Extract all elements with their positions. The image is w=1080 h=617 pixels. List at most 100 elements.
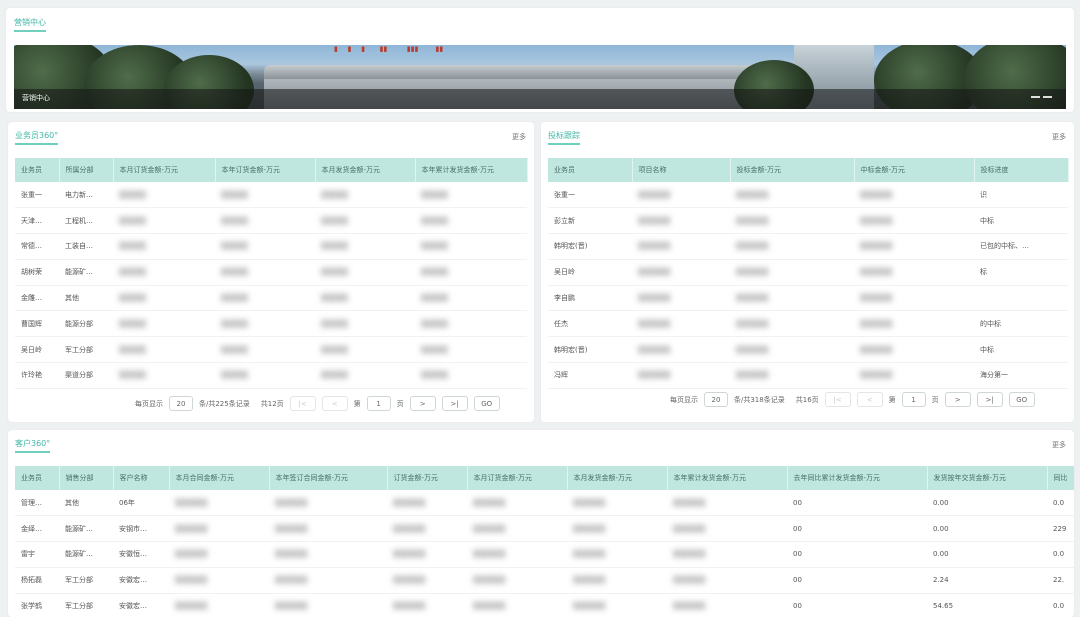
- column-header[interactable]: 本月发货金额-万元: [567, 466, 668, 490]
- page-number-input[interactable]: 1: [366, 396, 391, 411]
- table-row[interactable]: 张重一 ██████ ██████ ██████ 识: [548, 182, 1068, 209]
- column-header[interactable]: 项目名称: [632, 158, 731, 182]
- salesperson-cell[interactable]: 韩明宏(晋): [548, 233, 632, 260]
- pagination: 每页显示 20 条/共318条记录 共16页 |< < 第 1 页 > >| G…: [667, 392, 1038, 407]
- salesperson-cell[interactable]: 任杰: [548, 310, 632, 338]
- salesperson-cell[interactable]: 冯辉: [548, 362, 632, 389]
- page-size-select[interactable]: 20: [169, 396, 193, 411]
- column-header[interactable]: 中标金额-万元: [854, 158, 975, 182]
- salesperson-cell[interactable]: 张学鹤: [15, 593, 59, 617]
- table-row[interactable]: 韩明宏(晋) ██████ ██████ ██████ 已包的中标、…: [548, 233, 1068, 260]
- salesperson-cell[interactable]: 雷宇: [15, 541, 59, 568]
- column-header[interactable]: 业务员: [548, 158, 633, 182]
- go-button[interactable]: GO: [1008, 392, 1035, 407]
- salesperson-cell[interactable]: 张重一: [548, 182, 632, 209]
- page-number-input[interactable]: 1: [901, 392, 926, 407]
- column-header[interactable]: 本年累计发货金额-万元: [667, 466, 788, 490]
- salesperson-cell[interactable]: 吴日岭: [548, 259, 632, 286]
- column-header[interactable]: 销售分部: [59, 466, 114, 490]
- table-row[interactable]: 吴日岭 军工分部 █████ █████ █████ █████: [15, 336, 527, 364]
- customer-name-cell[interactable]: 安钢市…: [113, 515, 169, 543]
- table-row[interactable]: 金绎… 能源矿… 安钢市… ██████ ██████ ██████ ██████ █████…: [15, 515, 1074, 543]
- table-row[interactable]: 彭立新 ██████ ██████ ██████ 中标: [548, 207, 1068, 235]
- column-header[interactable]: 本月发货金额-万元: [315, 158, 416, 182]
- redacted-value-cell: █████: [215, 336, 315, 364]
- salesperson-cell[interactable]: 曹国辉: [15, 310, 59, 338]
- redacted-value-cell: █████: [315, 207, 415, 235]
- next-page-button[interactable]: >: [944, 392, 971, 407]
- banner-image[interactable]: ▮ ▮ ▮ ▮▮ ▮▮▮ ▮▮ 营销中心: [14, 45, 1066, 109]
- table-row[interactable]: 李自鹏 ██████ ██████ ██████: [548, 285, 1068, 312]
- table-row[interactable]: 曹国辉 能源分部 █████ █████ █████ █████: [15, 310, 527, 338]
- salesperson-cell[interactable]: 管理…: [15, 490, 59, 517]
- table-row[interactable]: 金雕… 其他 █████ █████ █████ █████: [15, 285, 527, 312]
- table-row[interactable]: 韩明宏(晋) ██████ ██████ ██████ 中标: [548, 336, 1068, 364]
- table-row[interactable]: 许玲艳 渠道分部 █████ █████ █████ █████: [15, 362, 527, 389]
- column-header[interactable]: 业务员: [15, 466, 60, 490]
- salesperson-cell[interactable]: 天津…: [15, 207, 59, 235]
- column-header[interactable]: 业务员: [15, 158, 60, 182]
- column-header[interactable]: 本月订货金额-万元: [467, 466, 568, 490]
- table-row[interactable]: 天津… 工程机… █████ █████ █████ █████: [15, 207, 527, 235]
- carousel-dot[interactable]: [1031, 96, 1040, 98]
- column-header[interactable]: 本月合同金额-万元: [169, 466, 270, 490]
- banner-carousel-indicator[interactable]: [1028, 91, 1052, 100]
- table-row[interactable]: 冯辉 ██████ ██████ ██████ 海分第一: [548, 362, 1068, 389]
- salesperson-cell[interactable]: 彭立新: [548, 207, 632, 235]
- column-header[interactable]: 本年订货金额-万元: [215, 158, 316, 182]
- table-header-row: 业务员 所属分部 本月订货金额-万元 本年订货金额-万元 本月发货金额-万元 本年累计发货…: [15, 158, 528, 182]
- salesperson-cell[interactable]: 吴日岭: [15, 336, 59, 364]
- table-row[interactable]: 雷宇 能源矿… 安徽恒… ██████ ██████ ██████ ██████ ██████…: [15, 541, 1074, 568]
- column-header[interactable]: 客户名称: [113, 466, 170, 490]
- table-row[interactable]: 任杰 ██████ ██████ ██████ 的中标: [548, 310, 1068, 338]
- more-link[interactable]: 更多: [1052, 132, 1066, 142]
- salesperson-cell[interactable]: 李自鹏: [548, 285, 632, 312]
- prev-page-button[interactable]: <: [321, 396, 348, 411]
- customer-name-cell[interactable]: 06年: [113, 490, 169, 517]
- customer-table: 业务员 销售分部 客户名称 本月合同金额-万元 本年签订合同金额-万元 订货金额-万元 本月…: [15, 466, 1074, 617]
- salesperson-cell[interactable]: 金雕…: [15, 285, 59, 312]
- column-header[interactable]: 去年同比累计发货金额-万元: [787, 466, 928, 490]
- salesperson-cell[interactable]: 杨拓磊: [15, 567, 59, 594]
- table-row[interactable]: 杨拓磊 军工分部 安徽宏… ██████ ██████ ██████ ██████ █████…: [15, 567, 1074, 594]
- more-link[interactable]: 更多: [1052, 440, 1066, 450]
- salesperson-cell[interactable]: 胡树荣: [15, 259, 59, 286]
- column-header[interactable]: 本年签订合同金额-万元: [269, 466, 388, 490]
- carousel-dot[interactable]: [1043, 96, 1052, 98]
- table-row[interactable]: 张重一 电力新… █████ █████ █████ █████: [15, 182, 527, 209]
- salesperson-cell[interactable]: 金绎…: [15, 515, 59, 543]
- salesperson-cell[interactable]: 韩明宏(晋): [548, 336, 632, 364]
- salesperson-cell[interactable]: 许玲艳: [15, 362, 59, 389]
- customer-name-cell[interactable]: 安徽宏…: [113, 593, 169, 617]
- customer-360-panel: 客户360° 更多 业务员 销售分部 客户名称 本月合同金额-万元 本年签订合同金额-万…: [8, 430, 1074, 617]
- salesperson-cell[interactable]: 张重一: [15, 182, 59, 209]
- more-link[interactable]: 更多: [512, 132, 526, 142]
- customer-name-cell[interactable]: 安徽恒…: [113, 541, 169, 568]
- table-row[interactable]: 管理… 其他 06年 ██████ ██████ ██████ ██████ ██████ ██…: [15, 490, 1074, 517]
- table-row[interactable]: 张学鹤 军工分部 安徽宏… ██████ ██████ ██████ ██████ █████…: [15, 593, 1074, 617]
- column-header[interactable]: 本年累计发货金额-万元: [415, 158, 528, 182]
- redacted-value-cell: █████: [215, 259, 315, 286]
- table-header-row: 业务员 销售分部 客户名称 本月合同金额-万元 本年签订合同金额-万元 订货金额-万元 本月…: [15, 466, 1074, 490]
- go-button[interactable]: GO: [473, 396, 500, 411]
- per-page-label: 每页显示: [135, 399, 163, 408]
- prev-page-button[interactable]: <: [856, 392, 883, 407]
- column-header[interactable]: 订货金额-万元: [387, 466, 468, 490]
- page-size-select[interactable]: 20: [704, 392, 728, 407]
- table-row[interactable]: 吴日岭 ██████ ██████ ██████ 标: [548, 259, 1068, 286]
- last-page-button[interactable]: >|: [976, 392, 1003, 407]
- column-header[interactable]: 同比: [1047, 466, 1074, 490]
- table-row[interactable]: 常德… 工装自… █████ █████ █████ █████: [15, 233, 527, 260]
- first-page-button[interactable]: |<: [289, 396, 316, 411]
- column-header[interactable]: 投标金额-万元: [730, 158, 855, 182]
- salesperson-cell[interactable]: 常德…: [15, 233, 59, 260]
- column-header[interactable]: 发货按年交货金额-万元: [927, 466, 1048, 490]
- column-header[interactable]: 所属分部: [59, 158, 114, 182]
- customer-name-cell[interactable]: 安徽宏…: [113, 567, 169, 594]
- column-header[interactable]: 投标进度: [974, 158, 1069, 182]
- next-page-button[interactable]: >: [409, 396, 436, 411]
- table-row[interactable]: 胡树荣 能源矿… █████ █████ █████ █████: [15, 259, 527, 286]
- last-page-button[interactable]: >|: [441, 396, 468, 411]
- first-page-button[interactable]: |<: [824, 392, 851, 407]
- column-header[interactable]: 本月订货金额-万元: [113, 158, 216, 182]
